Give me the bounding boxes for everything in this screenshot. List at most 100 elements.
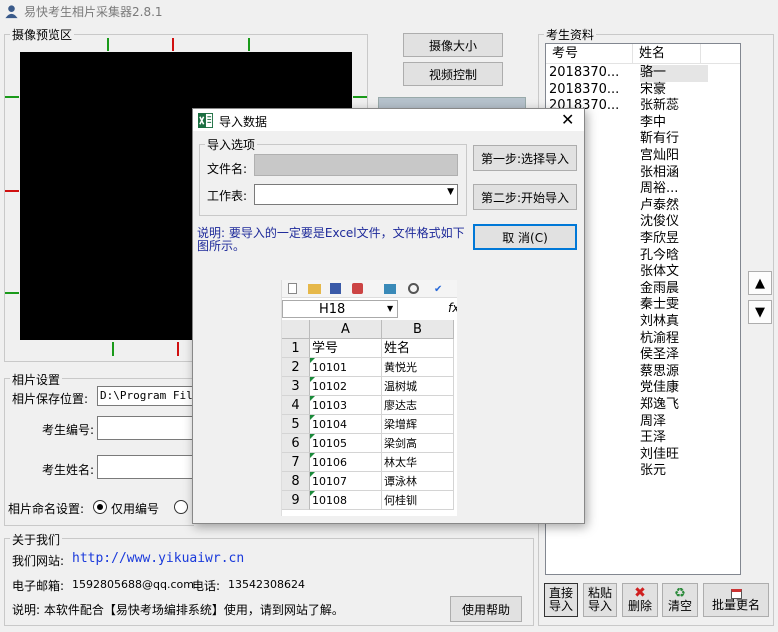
import-dialog: 导入数据 ✕ 导入选项 文件名: 工作表: ▼ 第一步:选择导入 第二步:开始导… xyxy=(192,108,585,524)
scroll-down-button[interactable]: ▼ xyxy=(748,300,772,324)
paste-import-button[interactable]: 粘贴 导入 xyxy=(583,583,617,617)
exam-no-field[interactable] xyxy=(97,416,194,440)
student-name-cell[interactable]: 李欣昱 xyxy=(640,231,708,248)
excel-toolbar: ✔ xyxy=(282,280,457,298)
excel-cell-a: 10101 xyxy=(310,358,382,377)
student-name-cell[interactable]: 刘林真 xyxy=(640,314,708,331)
batch-rename-button[interactable]: 批量更名 xyxy=(703,583,769,617)
worksheet-select[interactable]: ▼ xyxy=(254,184,458,205)
student-name-cell[interactable]: 侯圣泽 xyxy=(640,347,708,364)
grid-tick xyxy=(172,38,174,51)
photo-settings-label: 相片设置 xyxy=(10,371,63,388)
students-list-header: 考号 姓名 xyxy=(546,44,740,64)
save-path-field[interactable]: D:\Program Files xyxy=(97,386,194,406)
excel-text-indicator xyxy=(310,358,315,363)
excel-row-number: 8 xyxy=(282,472,310,491)
student-id-cell[interactable]: 2018370... xyxy=(549,82,633,99)
student-name-cell[interactable]: 孔今晗 xyxy=(640,248,708,265)
excel-row-number: 5 xyxy=(282,415,310,434)
camera-size-button[interactable]: 摄像大小 xyxy=(403,33,503,57)
about-note: 说明: 本软件配合【易快考场编排系统】使用，请到网站了解。 xyxy=(12,603,344,617)
excel-row-number: 6 xyxy=(282,434,310,453)
save-icon xyxy=(330,283,341,294)
clear-button[interactable]: ♻ 清空 xyxy=(662,583,698,617)
worksheet-label: 工作表: xyxy=(207,189,248,203)
column-header-id[interactable]: 考号 xyxy=(546,44,633,64)
dialog-close-icon[interactable]: ✕ xyxy=(561,110,574,129)
scroll-up-button[interactable]: ▲ xyxy=(748,271,772,295)
website-label: 我们网站: xyxy=(12,554,65,568)
student-name-cell[interactable]: 靳有行 xyxy=(640,131,708,148)
student-name-cell[interactable]: 王泽 xyxy=(640,430,708,447)
student-name-cell[interactable]: 骆一 xyxy=(640,65,708,82)
excel-text-indicator xyxy=(310,415,315,420)
student-name-cell[interactable]: 周泽 xyxy=(640,414,708,431)
student-name-cell[interactable]: 李中 xyxy=(640,115,708,132)
student-name-cell[interactable]: 金雨晨 xyxy=(640,281,708,298)
student-name-cell[interactable]: 杭渝程 xyxy=(640,331,708,348)
import-options-label: 导入选项 xyxy=(205,136,258,153)
app-user-icon xyxy=(5,5,18,19)
student-name-cell[interactable]: 周裕... xyxy=(640,181,708,198)
delete-button[interactable]: ✖ 删除 xyxy=(622,583,658,617)
preview-icon xyxy=(384,284,396,294)
excel-cell-b: 黄悦光 xyxy=(382,358,454,377)
excel-cell-a: 10106 xyxy=(310,453,382,472)
student-id-cell[interactable]: 2018370... xyxy=(549,65,633,82)
zoom-icon xyxy=(408,283,419,294)
rename-doc-icon xyxy=(730,588,742,599)
student-name-cell[interactable]: 蔡思源 xyxy=(640,364,708,381)
excel-row-number: 1 xyxy=(282,339,310,358)
video-control-button[interactable]: 视频控制 xyxy=(403,62,503,86)
student-name-cell[interactable]: 沈俊仪 xyxy=(640,214,708,231)
student-name-cell[interactable]: 张相涵 xyxy=(640,165,708,182)
student-name-cell[interactable]: 郑逸飞 xyxy=(640,397,708,414)
excel-row-number: 2 xyxy=(282,358,310,377)
clear-label: 清空 xyxy=(667,599,692,613)
excel-namebox: H18 ▼ xyxy=(282,300,398,318)
excel-cell-b: 梁增辉 xyxy=(382,415,454,434)
grid-tick xyxy=(353,96,367,98)
excel-col-header-b: B xyxy=(382,320,454,339)
student-name-cell[interactable]: 张新蕊 xyxy=(640,98,708,115)
phone-value: 13542308624 xyxy=(228,578,305,591)
direct-import-button[interactable]: 直接 导入 xyxy=(544,583,578,617)
student-name-cell[interactable]: 张体文 xyxy=(640,264,708,281)
naming-radio-id-only[interactable] xyxy=(93,500,107,514)
students-label: 考生资料 xyxy=(544,26,597,43)
email-label: 电子邮箱: xyxy=(12,579,65,593)
excel-cell-b: 廖达志 xyxy=(382,396,454,415)
step1-select-button[interactable]: 第一步:选择导入 xyxy=(473,145,577,171)
direct-import-label-2: 导入 xyxy=(548,599,573,613)
file-name-field[interactable] xyxy=(254,154,458,176)
column-header-name[interactable]: 姓名 xyxy=(633,44,701,64)
excel-row-number: 9 xyxy=(282,491,310,510)
student-name-cell[interactable]: 宫灿阳 xyxy=(640,148,708,165)
cell-reference: H18 xyxy=(319,302,346,317)
naming-radio-id-only-label: 仅用编号 xyxy=(111,502,160,516)
naming-radio-other[interactable] xyxy=(174,500,188,514)
student-name-cell[interactable]: 刘佳旺 xyxy=(640,447,708,464)
grid-tick xyxy=(112,342,114,356)
student-name-cell[interactable]: 秦士雯 xyxy=(640,297,708,314)
excel-col-header-a: A xyxy=(310,320,382,339)
excel-col-header-corner xyxy=(282,320,310,339)
step2-start-button[interactable]: 第二步:开始导入 xyxy=(473,184,577,210)
print-icon xyxy=(352,283,363,294)
excel-cell-b: 温树城 xyxy=(382,377,454,396)
naming-setting-label: 相片命名设置: xyxy=(8,502,85,516)
help-button[interactable]: 使用帮助 xyxy=(450,596,522,622)
student-name-cell[interactable]: 张元 xyxy=(640,463,708,480)
student-name-cell[interactable]: 宋豪 xyxy=(640,82,708,99)
excel-cell-a: 10103 xyxy=(310,396,382,415)
student-name-cell[interactable]: 卢泰然 xyxy=(640,198,708,215)
student-name-cell[interactable]: 党佳康 xyxy=(640,380,708,397)
phone-label: 电话: xyxy=(192,579,221,593)
grid-tick xyxy=(248,38,250,51)
student-name-field[interactable] xyxy=(97,455,194,479)
cancel-button[interactable]: 取 消(C) xyxy=(473,224,577,250)
camera-preview-label: 摄像预览区 xyxy=(10,26,75,43)
website-link[interactable]: http://www.yikuaiwr.cn xyxy=(72,551,244,566)
exam-no-label: 考生编号: xyxy=(42,423,95,437)
excel-cell-a: 10104 xyxy=(310,415,382,434)
